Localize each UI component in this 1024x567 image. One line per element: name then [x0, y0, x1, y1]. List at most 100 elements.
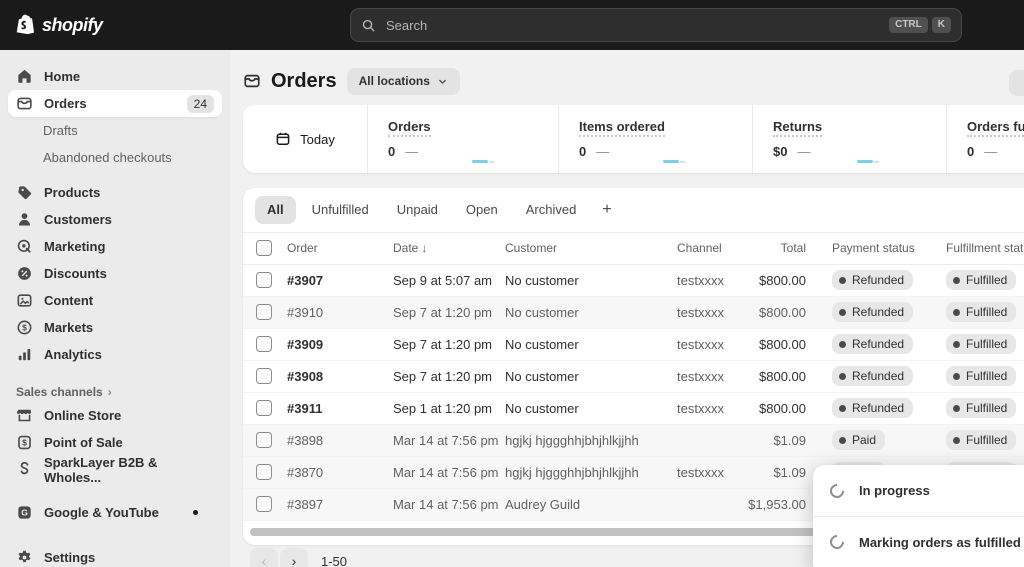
sidebar-item-analytics[interactable]: Analytics	[8, 341, 222, 368]
stat-metric[interactable]: Orders 0 —	[367, 105, 558, 173]
order-number[interactable]: #3870	[287, 465, 393, 480]
order-total: $800.00	[759, 272, 806, 288]
status-badge: Fulfilled	[946, 333, 1017, 355]
column-header-customer[interactable]: Customer	[505, 241, 677, 255]
location-filter-button[interactable]: All locations	[346, 67, 460, 95]
order-number[interactable]: #3907	[287, 273, 393, 288]
table-row[interactable]: #3909 Sep 7 at 1:20 pm No customer testx…	[243, 329, 1024, 361]
order-fulfillment-status: Fulfilled	[946, 269, 1024, 291]
stat-value: $0	[773, 144, 788, 159]
sidebar-label: Point of Sale	[44, 435, 123, 450]
sidebar-item-orders[interactable]: Orders 24	[8, 90, 222, 117]
order-number[interactable]: #3911	[287, 401, 393, 416]
popup-progress-item[interactable]: In progress	[813, 465, 1024, 516]
select-all-checkbox[interactable]	[256, 240, 272, 257]
prev-page-button[interactable]: ‹	[250, 548, 278, 567]
order-number[interactable]: #3898	[287, 433, 393, 448]
sidebar-item-google-youtube[interactable]: G Google & YouTube	[8, 499, 222, 526]
add-view-button[interactable]: +	[592, 199, 621, 221]
tab-unpaid[interactable]: Unpaid	[385, 196, 450, 224]
order-customer: No customer	[505, 400, 579, 416]
svg-text:G: G	[21, 508, 28, 518]
column-header-order[interactable]: Order	[287, 241, 393, 255]
status-dot-icon	[839, 276, 846, 284]
sidebar-label: Drafts	[43, 123, 78, 138]
shopify-logo[interactable]: shopify	[14, 0, 103, 50]
row-checkbox[interactable]	[256, 464, 272, 481]
column-header-fulfillment-status[interactable]: Fulfillment status	[946, 241, 1024, 255]
row-checkbox[interactable]	[256, 400, 272, 417]
status-badge: Paid	[832, 429, 886, 451]
sidebar-item-marketing[interactable]: Marketing	[8, 233, 222, 260]
next-page-button[interactable]: ›	[280, 548, 308, 567]
date-range-button[interactable]: Today	[243, 105, 367, 173]
sidebar-item-home[interactable]: Home	[8, 63, 222, 90]
table-row[interactable]: #3910 Sep 7 at 1:20 pm No customer testx…	[243, 296, 1024, 329]
stat-metric[interactable]: Returns $0 —	[752, 105, 946, 173]
popup-progress-item[interactable]: Marking orders as fulfilled	[813, 516, 1024, 567]
status-dot-icon	[953, 276, 960, 284]
column-header-payment-status[interactable]: Payment status	[806, 241, 946, 255]
table-row[interactable]: #3898 Mar 14 at 7:56 pm hgjkj hjggghhjbh…	[243, 424, 1024, 457]
order-channel: testxxxx	[677, 336, 724, 352]
row-checkbox[interactable]	[256, 336, 272, 353]
row-checkbox[interactable]	[256, 496, 272, 513]
search-icon	[361, 18, 376, 33]
order-fulfillment-status: Fulfilled	[946, 365, 1024, 387]
column-header-date[interactable]: Date ↓	[393, 241, 505, 255]
sidebar-item-discounts[interactable]: Discounts	[8, 260, 222, 287]
person-icon	[16, 211, 33, 228]
order-number[interactable]: #3909	[287, 337, 393, 352]
row-checkbox[interactable]	[256, 432, 272, 449]
sidebar-item-content[interactable]: Content	[8, 287, 222, 314]
search-input[interactable]	[384, 16, 886, 34]
sidebar-item-sparklayer[interactable]: SparkLayer B2B & Wholes...	[8, 455, 222, 485]
sidebar-item-point-of-sale[interactable]: $ Point of Sale	[8, 429, 222, 456]
order-number[interactable]: #3910	[287, 305, 393, 320]
chevron-down-icon	[437, 76, 448, 87]
stat-metric[interactable]: Items ordered 0 —	[558, 105, 752, 173]
order-number[interactable]: #3908	[287, 369, 393, 384]
stats-card: Today Orders 0 — Items ordered 0 — Retur…	[243, 105, 1024, 173]
stat-label: Orders	[388, 119, 431, 137]
row-checkbox[interactable]	[256, 304, 272, 321]
status-dot-icon	[839, 308, 846, 316]
order-number[interactable]: #3897	[287, 497, 393, 512]
orders-icon	[16, 95, 33, 112]
sidebar-item-customers[interactable]: Customers	[8, 206, 222, 233]
shortcut-k-key: K	[931, 17, 951, 33]
table-row[interactable]: #3907 Sep 9 at 5:07 am No customer testx…	[243, 265, 1024, 297]
column-header-total[interactable]: Total	[741, 241, 806, 255]
tab-archived[interactable]: Archived	[514, 196, 589, 224]
global-search[interactable]: CTRL K	[350, 8, 962, 42]
tab-open[interactable]: Open	[454, 196, 510, 224]
status-dot-icon	[839, 404, 846, 412]
table-row[interactable]: #3908 Sep 7 at 1:20 pm No customer testx…	[243, 361, 1024, 393]
progress-popup: In progress Marking orders as fulfilled	[813, 465, 1024, 567]
sidebar-item-markets[interactable]: $ Markets	[8, 314, 222, 341]
pagination-range: 1-50	[321, 553, 348, 567]
order-fulfillment-status: Fulfilled	[946, 429, 1024, 451]
sidebar-item-products[interactable]: Products	[8, 179, 222, 206]
shortcut-ctrl-key: CTRL	[889, 17, 928, 33]
stat-value: 0	[967, 144, 975, 159]
sidebar-item-online-store[interactable]: Online Store	[8, 402, 222, 429]
order-channel: testxxxx	[677, 400, 724, 416]
row-checkbox[interactable]	[256, 368, 272, 385]
order-total: $1,953.00	[748, 496, 806, 512]
sidebar-label: Marketing	[44, 239, 106, 254]
sidebar-item-settings[interactable]: Settings	[8, 544, 222, 567]
row-checkbox[interactable]	[256, 272, 272, 289]
order-total: $800.00	[759, 400, 806, 416]
stat-metric[interactable]: Orders fulfilled 0 —	[946, 105, 1024, 173]
sidebar-item-abandoned-checkouts[interactable]: Abandoned checkouts	[8, 144, 222, 171]
header-partial-button[interactable]	[1009, 70, 1024, 96]
sidebar-item-drafts[interactable]: Drafts	[8, 117, 222, 144]
column-header-channel[interactable]: Channel	[677, 241, 741, 255]
tab-unfulfilled[interactable]: Unfulfilled	[300, 196, 381, 224]
order-channel: testxxxx	[677, 272, 724, 288]
tab-all[interactable]: All	[255, 196, 296, 224]
table-row[interactable]: #3911 Sep 1 at 1:20 pm No customer testx…	[243, 393, 1024, 425]
sales-channels-header[interactable]: Sales channels ›	[16, 382, 214, 402]
stat-delta: —	[405, 144, 419, 159]
